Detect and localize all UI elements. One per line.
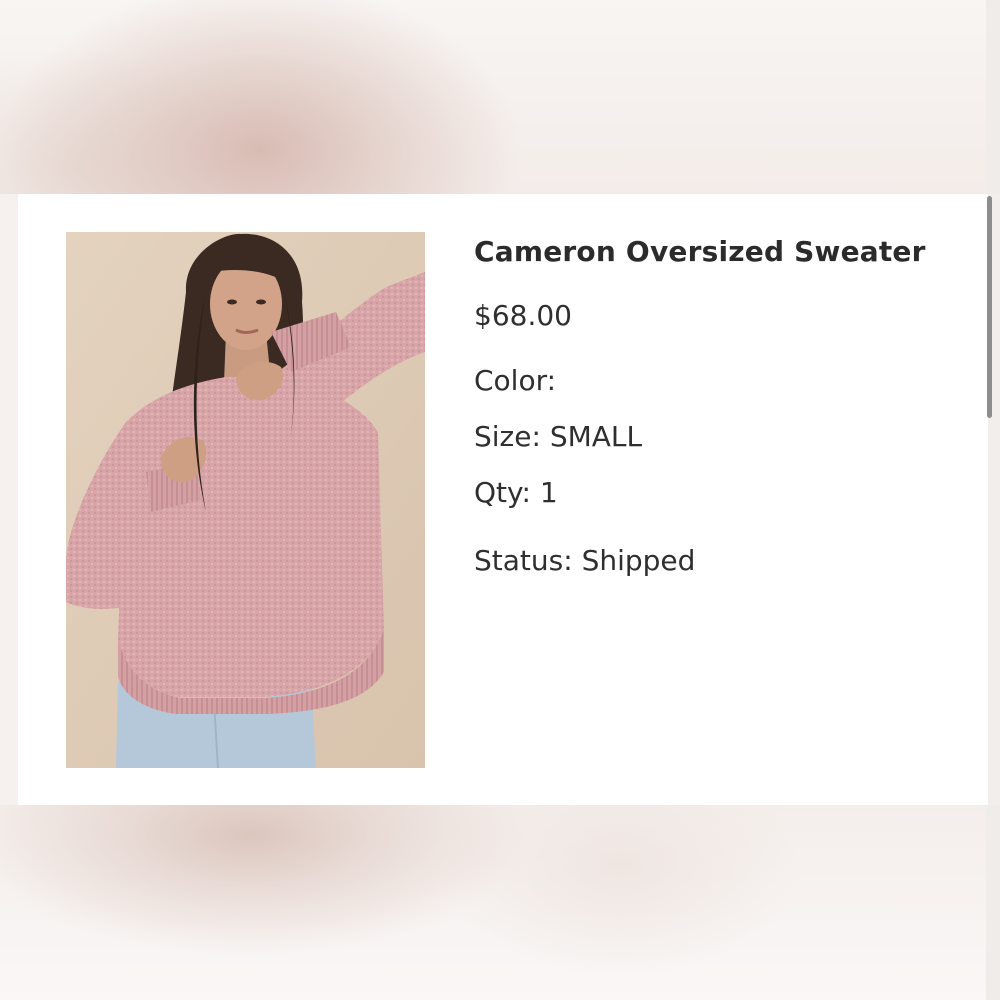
qty-label: Qty: (474, 476, 531, 509)
scrollbar-thumb[interactable] (987, 196, 992, 418)
backdrop-edge (986, 0, 1000, 194)
color-label: Color: (474, 364, 557, 397)
blurred-backdrop-top (0, 0, 1000, 194)
product-photo-illustration (66, 232, 425, 768)
blurred-backdrop-bottom (0, 805, 1000, 1000)
product-color: Color: (474, 364, 556, 398)
product-title[interactable]: Cameron Oversized Sweater (474, 235, 926, 269)
size-value: SMALL (549, 420, 643, 453)
product-image[interactable] (66, 232, 425, 768)
status-value: Shipped (581, 544, 696, 577)
product-quantity: Qty: 1 (474, 476, 558, 510)
backdrop-edge (986, 805, 1000, 1000)
order-status: Status: Shipped (474, 544, 695, 578)
product-price: $68.00 (474, 299, 572, 332)
status-label: Status: (474, 544, 573, 577)
product-size: Size: SMALL (474, 420, 642, 454)
qty-value: 1 (539, 476, 558, 509)
order-item-card: Cameron Oversized Sweater $68.00 Color: … (18, 194, 988, 805)
size-label: Size: (474, 420, 541, 453)
